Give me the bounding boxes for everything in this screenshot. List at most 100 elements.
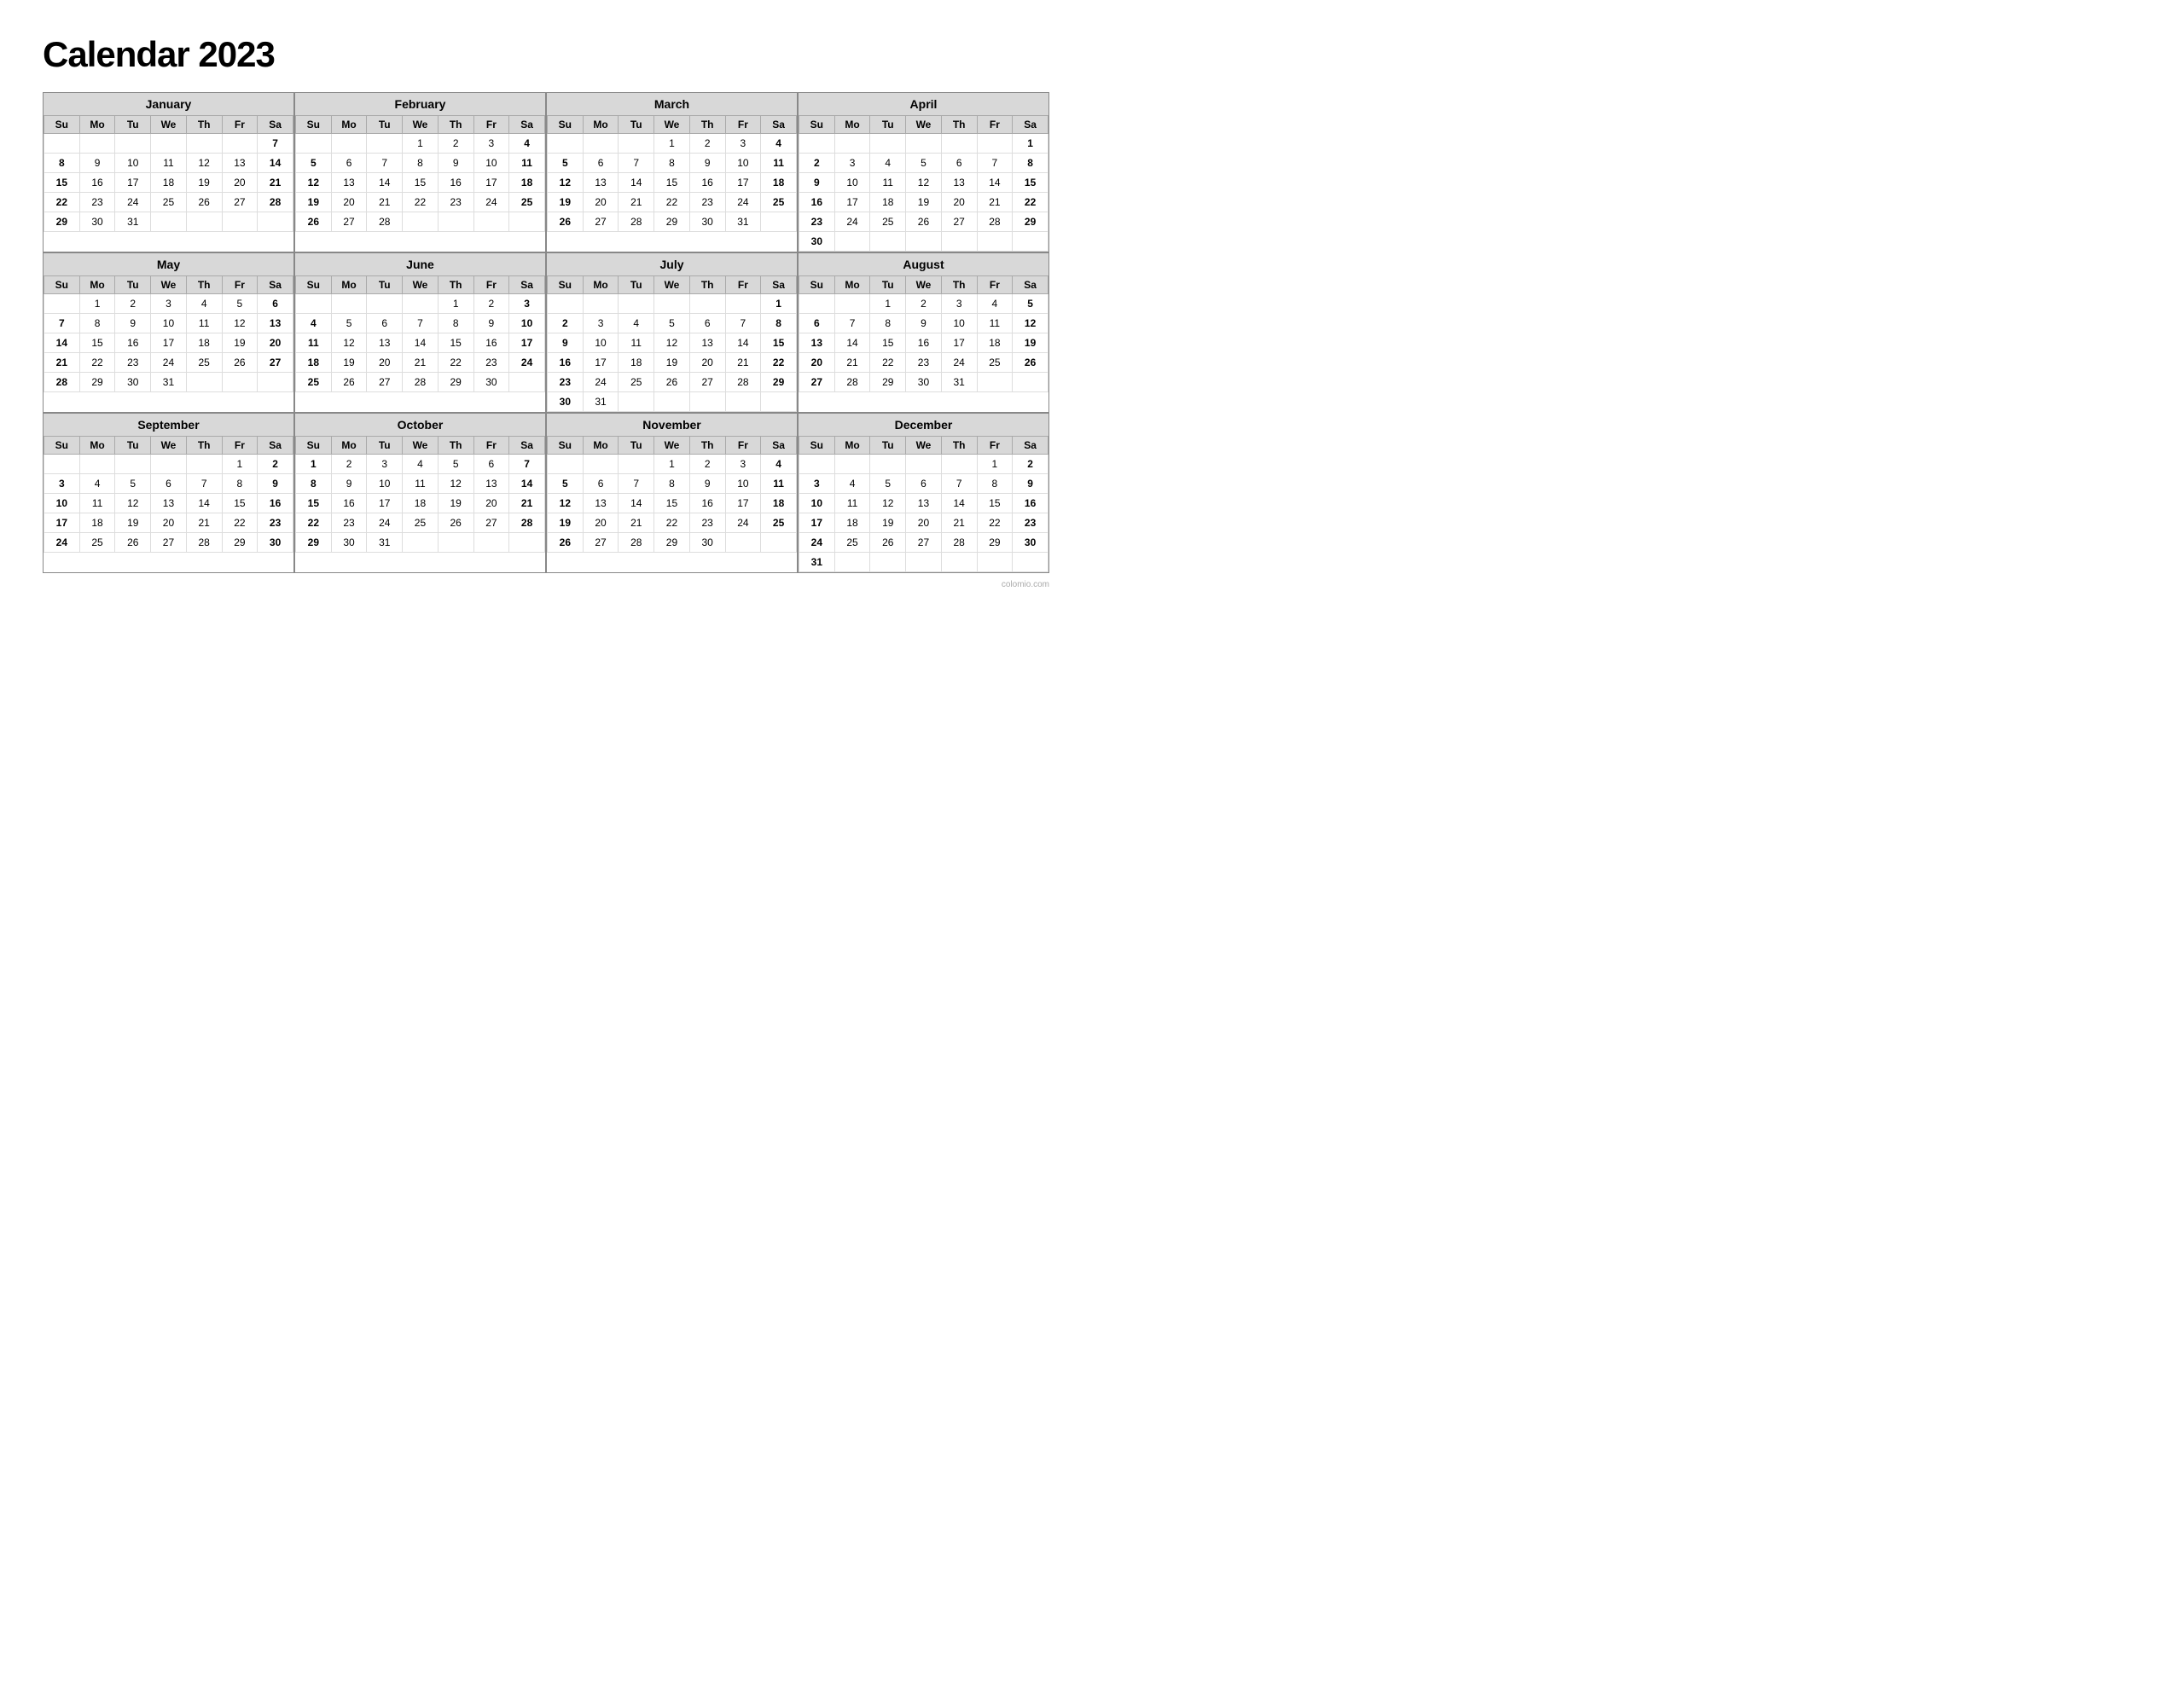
day-cell: 3 — [367, 455, 403, 474]
day-cell: 25 — [79, 533, 115, 553]
day-cell — [44, 294, 80, 314]
day-cell: 26 — [438, 513, 473, 533]
day-cell — [583, 294, 619, 314]
day-cell: 9 — [473, 314, 509, 333]
day-cell: 21 — [619, 193, 654, 212]
day-cell: 26 — [548, 212, 584, 232]
day-cell: 18 — [151, 173, 187, 193]
day-cell: 1 — [977, 455, 1013, 474]
day-cell: 12 — [1013, 314, 1048, 333]
day-cell: 29 — [977, 533, 1013, 553]
day-cell: 25 — [761, 513, 797, 533]
day-cell: 13 — [367, 333, 403, 353]
day-cell — [977, 373, 1013, 392]
day-cell: 19 — [115, 513, 151, 533]
day-cell: 31 — [367, 533, 403, 553]
month-september: SeptemberSuMoTuWeThFrSa12345678910111213… — [43, 413, 294, 573]
day-cell: 6 — [583, 154, 619, 173]
day-cell: 20 — [583, 193, 619, 212]
month-table-december: SuMoTuWeThFrSa12345678910111213141516171… — [799, 436, 1048, 572]
day-cell: 13 — [583, 173, 619, 193]
day-cell: 15 — [222, 494, 258, 513]
day-cell — [151, 455, 187, 474]
day-cell: 12 — [906, 173, 942, 193]
day-cell — [689, 294, 725, 314]
day-cell: 14 — [258, 154, 293, 173]
day-cell: 23 — [906, 353, 942, 373]
day-header-sa: Sa — [258, 116, 293, 134]
day-cell: 10 — [583, 333, 619, 353]
day-cell: 11 — [296, 333, 332, 353]
day-cell — [115, 134, 151, 154]
day-header-fr: Fr — [473, 437, 509, 455]
month-may: MaySuMoTuWeThFrSa12345678910111213141516… — [43, 252, 294, 413]
day-cell: 12 — [115, 494, 151, 513]
day-cell — [761, 212, 797, 232]
day-cell: 23 — [331, 513, 367, 533]
month-title-january: January — [44, 93, 293, 115]
day-cell: 5 — [1013, 294, 1048, 314]
day-cell — [509, 373, 545, 392]
day-cell: 7 — [44, 314, 80, 333]
day-header-tu: Tu — [619, 116, 654, 134]
day-cell: 9 — [906, 314, 942, 333]
day-cell — [548, 134, 584, 154]
day-cell: 30 — [1013, 533, 1048, 553]
day-header-su: Su — [548, 116, 584, 134]
day-cell: 30 — [906, 373, 942, 392]
day-cell: 1 — [79, 294, 115, 314]
month-title-february: February — [295, 93, 545, 115]
day-cell: 23 — [689, 193, 725, 212]
day-cell — [799, 294, 835, 314]
month-table-april: SuMoTuWeThFrSa12345678910111213141516171… — [799, 115, 1048, 252]
day-cell — [473, 533, 509, 553]
day-cell — [870, 232, 906, 252]
day-cell: 12 — [222, 314, 258, 333]
day-cell: 22 — [296, 513, 332, 533]
day-cell: 18 — [79, 513, 115, 533]
day-cell: 23 — [689, 513, 725, 533]
day-cell: 30 — [473, 373, 509, 392]
month-june: JuneSuMoTuWeThFrSa1234567891011121314151… — [294, 252, 546, 413]
day-cell — [689, 392, 725, 412]
day-cell: 15 — [79, 333, 115, 353]
day-cell: 4 — [296, 314, 332, 333]
day-cell: 10 — [367, 474, 403, 494]
day-cell: 14 — [44, 333, 80, 353]
day-cell: 27 — [583, 533, 619, 553]
day-cell: 19 — [906, 193, 942, 212]
day-cell: 22 — [761, 353, 797, 373]
day-header-su: Su — [799, 437, 835, 455]
day-cell — [509, 533, 545, 553]
day-cell: 25 — [870, 212, 906, 232]
day-cell: 28 — [509, 513, 545, 533]
day-cell: 8 — [44, 154, 80, 173]
month-table-january: SuMoTuWeThFrSa78910111213141516171819202… — [44, 115, 293, 232]
day-cell: 19 — [186, 173, 222, 193]
day-cell — [654, 294, 690, 314]
day-cell: 26 — [1013, 353, 1048, 373]
day-cell: 13 — [583, 494, 619, 513]
day-header-we: We — [151, 116, 187, 134]
day-header-su: Su — [44, 437, 80, 455]
day-cell: 17 — [799, 513, 835, 533]
day-cell: 27 — [473, 513, 509, 533]
day-cell: 15 — [296, 494, 332, 513]
day-cell: 28 — [403, 373, 439, 392]
day-cell: 20 — [222, 173, 258, 193]
day-cell: 7 — [186, 474, 222, 494]
day-cell: 5 — [548, 474, 584, 494]
day-header-mo: Mo — [583, 116, 619, 134]
day-header-th: Th — [186, 437, 222, 455]
day-cell: 6 — [258, 294, 293, 314]
day-cell: 16 — [331, 494, 367, 513]
day-cell: 15 — [44, 173, 80, 193]
day-cell: 2 — [115, 294, 151, 314]
day-cell: 14 — [941, 494, 977, 513]
day-cell: 26 — [331, 373, 367, 392]
day-cell: 19 — [654, 353, 690, 373]
day-cell: 1 — [761, 294, 797, 314]
day-header-we: We — [906, 437, 942, 455]
day-cell — [619, 392, 654, 412]
day-cell — [548, 455, 584, 474]
